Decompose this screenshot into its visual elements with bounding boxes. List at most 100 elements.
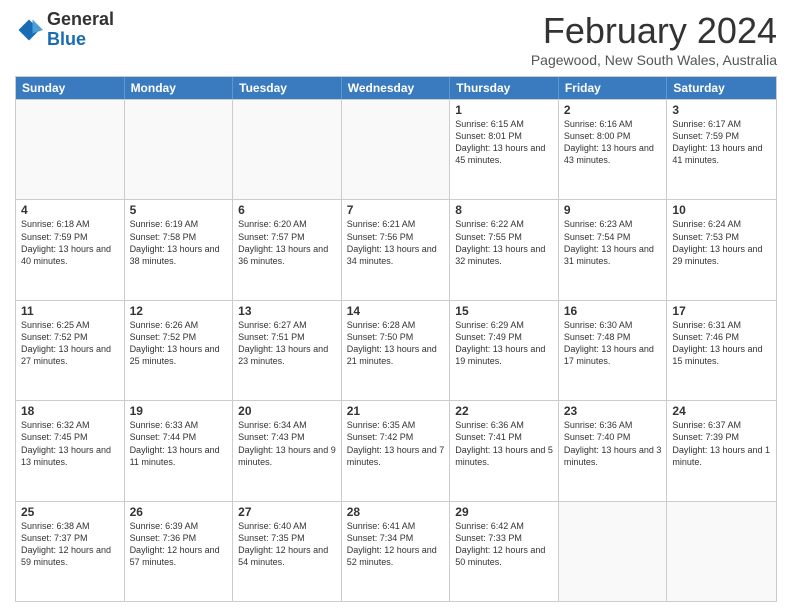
day-info: Sunrise: 6:28 AM Sunset: 7:50 PM Dayligh… — [347, 319, 445, 368]
title-block: February 2024 Pagewood, New South Wales,… — [531, 10, 777, 68]
day-number: 18 — [21, 404, 119, 418]
calendar-body: 1Sunrise: 6:15 AM Sunset: 8:01 PM Daylig… — [16, 99, 776, 601]
day-info: Sunrise: 6:20 AM Sunset: 7:57 PM Dayligh… — [238, 218, 336, 267]
empty-cell-4-6 — [667, 502, 776, 601]
calendar-row-2: 11Sunrise: 6:25 AM Sunset: 7:52 PM Dayli… — [16, 300, 776, 400]
header-cell-saturday: Saturday — [667, 77, 776, 99]
day-cell-14: 14Sunrise: 6:28 AM Sunset: 7:50 PM Dayli… — [342, 301, 451, 400]
empty-cell-0-3 — [342, 100, 451, 199]
header-cell-friday: Friday — [559, 77, 668, 99]
day-cell-13: 13Sunrise: 6:27 AM Sunset: 7:51 PM Dayli… — [233, 301, 342, 400]
day-number: 24 — [672, 404, 771, 418]
day-info: Sunrise: 6:35 AM Sunset: 7:42 PM Dayligh… — [347, 419, 445, 468]
day-number: 21 — [347, 404, 445, 418]
day-info: Sunrise: 6:23 AM Sunset: 7:54 PM Dayligh… — [564, 218, 662, 267]
day-cell-4: 4Sunrise: 6:18 AM Sunset: 7:59 PM Daylig… — [16, 200, 125, 299]
day-info: Sunrise: 6:31 AM Sunset: 7:46 PM Dayligh… — [672, 319, 771, 368]
day-number: 28 — [347, 505, 445, 519]
day-info: Sunrise: 6:32 AM Sunset: 7:45 PM Dayligh… — [21, 419, 119, 468]
calendar-row-0: 1Sunrise: 6:15 AM Sunset: 8:01 PM Daylig… — [16, 99, 776, 199]
day-cell-17: 17Sunrise: 6:31 AM Sunset: 7:46 PM Dayli… — [667, 301, 776, 400]
header: General Blue February 2024 Pagewood, New… — [15, 10, 777, 68]
day-number: 11 — [21, 304, 119, 318]
day-number: 16 — [564, 304, 662, 318]
day-cell-15: 15Sunrise: 6:29 AM Sunset: 7:49 PM Dayli… — [450, 301, 559, 400]
header-cell-sunday: Sunday — [16, 77, 125, 99]
day-info: Sunrise: 6:25 AM Sunset: 7:52 PM Dayligh… — [21, 319, 119, 368]
day-cell-10: 10Sunrise: 6:24 AM Sunset: 7:53 PM Dayli… — [667, 200, 776, 299]
day-info: Sunrise: 6:37 AM Sunset: 7:39 PM Dayligh… — [672, 419, 771, 468]
calendar-row-1: 4Sunrise: 6:18 AM Sunset: 7:59 PM Daylig… — [16, 199, 776, 299]
day-info: Sunrise: 6:39 AM Sunset: 7:36 PM Dayligh… — [130, 520, 228, 569]
day-info: Sunrise: 6:18 AM Sunset: 7:59 PM Dayligh… — [21, 218, 119, 267]
empty-cell-0-1 — [125, 100, 234, 199]
day-cell-1: 1Sunrise: 6:15 AM Sunset: 8:01 PM Daylig… — [450, 100, 559, 199]
calendar-header-row: SundayMondayTuesdayWednesdayThursdayFrid… — [16, 77, 776, 99]
day-cell-11: 11Sunrise: 6:25 AM Sunset: 7:52 PM Dayli… — [16, 301, 125, 400]
day-number: 17 — [672, 304, 771, 318]
day-info: Sunrise: 6:33 AM Sunset: 7:44 PM Dayligh… — [130, 419, 228, 468]
logo-icon — [15, 16, 43, 44]
day-info: Sunrise: 6:30 AM Sunset: 7:48 PM Dayligh… — [564, 319, 662, 368]
day-number: 14 — [347, 304, 445, 318]
day-cell-7: 7Sunrise: 6:21 AM Sunset: 7:56 PM Daylig… — [342, 200, 451, 299]
day-cell-18: 18Sunrise: 6:32 AM Sunset: 7:45 PM Dayli… — [16, 401, 125, 500]
day-info: Sunrise: 6:29 AM Sunset: 7:49 PM Dayligh… — [455, 319, 553, 368]
logo-text: General Blue — [47, 10, 114, 50]
day-cell-16: 16Sunrise: 6:30 AM Sunset: 7:48 PM Dayli… — [559, 301, 668, 400]
calendar: SundayMondayTuesdayWednesdayThursdayFrid… — [15, 76, 777, 602]
day-number: 5 — [130, 203, 228, 217]
day-number: 12 — [130, 304, 228, 318]
header-cell-wednesday: Wednesday — [342, 77, 451, 99]
day-info: Sunrise: 6:40 AM Sunset: 7:35 PM Dayligh… — [238, 520, 336, 569]
day-number: 10 — [672, 203, 771, 217]
day-cell-28: 28Sunrise: 6:41 AM Sunset: 7:34 PM Dayli… — [342, 502, 451, 601]
day-number: 25 — [21, 505, 119, 519]
day-cell-6: 6Sunrise: 6:20 AM Sunset: 7:57 PM Daylig… — [233, 200, 342, 299]
day-info: Sunrise: 6:42 AM Sunset: 7:33 PM Dayligh… — [455, 520, 553, 569]
day-number: 13 — [238, 304, 336, 318]
day-cell-8: 8Sunrise: 6:22 AM Sunset: 7:55 PM Daylig… — [450, 200, 559, 299]
day-cell-26: 26Sunrise: 6:39 AM Sunset: 7:36 PM Dayli… — [125, 502, 234, 601]
day-cell-19: 19Sunrise: 6:33 AM Sunset: 7:44 PM Dayli… — [125, 401, 234, 500]
day-number: 7 — [347, 203, 445, 217]
day-number: 15 — [455, 304, 553, 318]
day-cell-21: 21Sunrise: 6:35 AM Sunset: 7:42 PM Dayli… — [342, 401, 451, 500]
day-number: 19 — [130, 404, 228, 418]
header-cell-tuesday: Tuesday — [233, 77, 342, 99]
header-cell-monday: Monday — [125, 77, 234, 99]
day-info: Sunrise: 6:36 AM Sunset: 7:40 PM Dayligh… — [564, 419, 662, 468]
empty-cell-0-0 — [16, 100, 125, 199]
day-cell-12: 12Sunrise: 6:26 AM Sunset: 7:52 PM Dayli… — [125, 301, 234, 400]
day-number: 2 — [564, 103, 662, 117]
day-info: Sunrise: 6:41 AM Sunset: 7:34 PM Dayligh… — [347, 520, 445, 569]
day-number: 22 — [455, 404, 553, 418]
day-number: 6 — [238, 203, 336, 217]
calendar-row-4: 25Sunrise: 6:38 AM Sunset: 7:37 PM Dayli… — [16, 501, 776, 601]
day-info: Sunrise: 6:17 AM Sunset: 7:59 PM Dayligh… — [672, 118, 771, 167]
day-cell-9: 9Sunrise: 6:23 AM Sunset: 7:54 PM Daylig… — [559, 200, 668, 299]
day-cell-22: 22Sunrise: 6:36 AM Sunset: 7:41 PM Dayli… — [450, 401, 559, 500]
day-info: Sunrise: 6:38 AM Sunset: 7:37 PM Dayligh… — [21, 520, 119, 569]
logo: General Blue — [15, 10, 114, 50]
day-number: 8 — [455, 203, 553, 217]
logo-general-text: General — [47, 10, 114, 30]
day-number: 23 — [564, 404, 662, 418]
day-cell-23: 23Sunrise: 6:36 AM Sunset: 7:40 PM Dayli… — [559, 401, 668, 500]
day-cell-25: 25Sunrise: 6:38 AM Sunset: 7:37 PM Dayli… — [16, 502, 125, 601]
day-number: 20 — [238, 404, 336, 418]
day-info: Sunrise: 6:19 AM Sunset: 7:58 PM Dayligh… — [130, 218, 228, 267]
day-info: Sunrise: 6:16 AM Sunset: 8:00 PM Dayligh… — [564, 118, 662, 167]
day-cell-27: 27Sunrise: 6:40 AM Sunset: 7:35 PM Dayli… — [233, 502, 342, 601]
day-info: Sunrise: 6:22 AM Sunset: 7:55 PM Dayligh… — [455, 218, 553, 267]
day-info: Sunrise: 6:15 AM Sunset: 8:01 PM Dayligh… — [455, 118, 553, 167]
day-info: Sunrise: 6:27 AM Sunset: 7:51 PM Dayligh… — [238, 319, 336, 368]
day-cell-3: 3Sunrise: 6:17 AM Sunset: 7:59 PM Daylig… — [667, 100, 776, 199]
header-cell-thursday: Thursday — [450, 77, 559, 99]
day-info: Sunrise: 6:34 AM Sunset: 7:43 PM Dayligh… — [238, 419, 336, 468]
day-number: 26 — [130, 505, 228, 519]
calendar-row-3: 18Sunrise: 6:32 AM Sunset: 7:45 PM Dayli… — [16, 400, 776, 500]
day-cell-2: 2Sunrise: 6:16 AM Sunset: 8:00 PM Daylig… — [559, 100, 668, 199]
day-cell-5: 5Sunrise: 6:19 AM Sunset: 7:58 PM Daylig… — [125, 200, 234, 299]
page: General Blue February 2024 Pagewood, New… — [0, 0, 792, 612]
